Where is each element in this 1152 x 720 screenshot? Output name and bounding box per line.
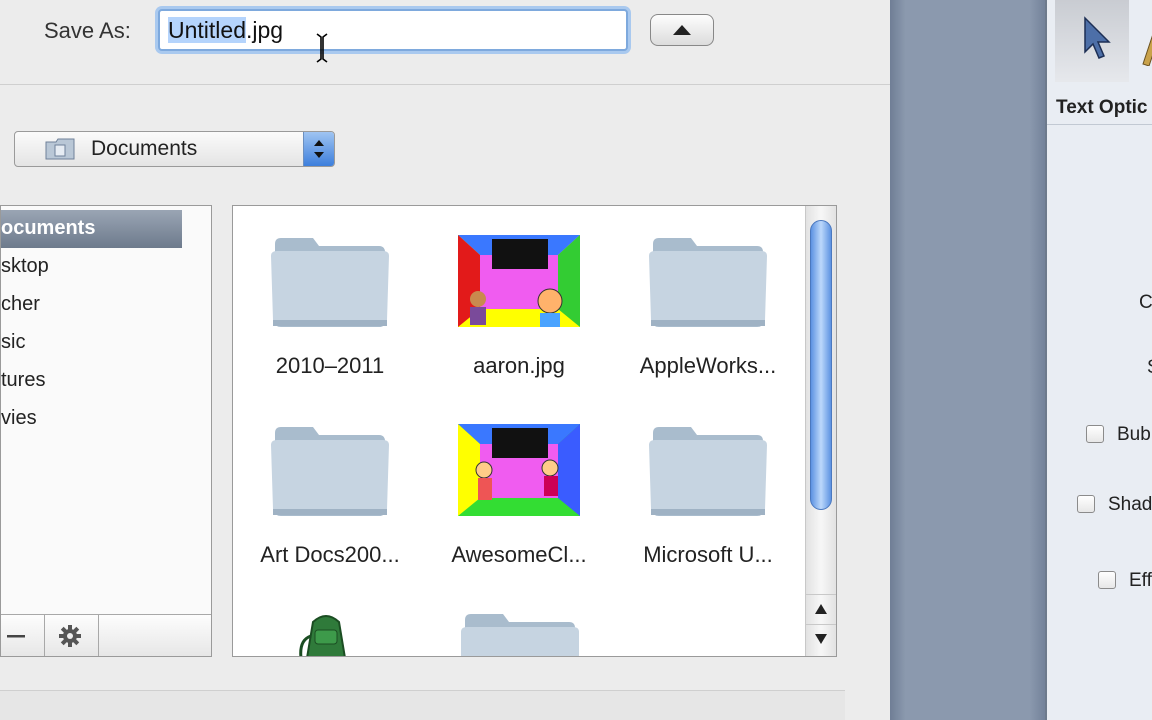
file-item[interactable]: 2010–2011 xyxy=(235,231,425,379)
sidebar-item-desktop[interactable]: sktop xyxy=(1,255,49,278)
save-dialog: Save As: Untitled.jpg Documents ocuments… xyxy=(0,0,890,720)
file-name: AwesomeCl... xyxy=(451,542,587,567)
inspector-panel: Text Optic C S Bub Shad Eff xyxy=(1045,0,1152,720)
triangle-down-icon xyxy=(815,634,827,644)
popup-stepper[interactable] xyxy=(303,132,334,166)
action-menu-button[interactable] xyxy=(44,615,99,656)
selection-tool-button[interactable] xyxy=(1055,0,1129,82)
panel-label: S xyxy=(1147,357,1152,379)
file-browser: 2010–2011 aaron.jpg AppleWorks... Art Do… xyxy=(232,205,837,657)
sidebar-item-movies[interactable]: vies xyxy=(1,407,37,430)
folder-icon xyxy=(45,138,75,160)
file-name: Art Docs200... xyxy=(260,542,400,567)
folder-icon xyxy=(271,238,389,327)
remove-button[interactable] xyxy=(1,615,45,656)
file-item[interactable]: Microsoft U... xyxy=(613,420,803,568)
collapse-dialog-button[interactable] xyxy=(650,14,714,46)
folder-icon xyxy=(461,614,579,656)
drawing-thumbnail xyxy=(458,424,580,516)
arrow-cursor-icon xyxy=(1084,16,1111,59)
shadow-checkbox[interactable] xyxy=(1077,495,1095,513)
location-label: Documents xyxy=(91,137,198,160)
triangle-up-icon xyxy=(815,604,827,614)
drawing-thumbnail xyxy=(458,235,580,327)
scroll-down-button[interactable] xyxy=(806,624,836,653)
sidebar-item-label: ocuments xyxy=(1,217,96,239)
folder-icon xyxy=(271,427,389,516)
file-name: AppleWorks... xyxy=(639,353,777,378)
sidebar-item-documents[interactable]: ocuments xyxy=(1,210,182,248)
file-name: Microsoft U... xyxy=(643,542,773,567)
filename-extension: .jpg xyxy=(245,17,284,43)
backpack-icon xyxy=(299,615,346,656)
sidebar-item-music[interactable]: sic xyxy=(1,331,25,354)
format-options-bar xyxy=(0,690,845,720)
triangle-up-icon xyxy=(673,25,691,35)
file-item[interactable]: Art Docs200... xyxy=(235,420,425,568)
sidebar-toolbar xyxy=(1,614,211,656)
panel-label: C xyxy=(1139,292,1152,313)
minus-icon xyxy=(7,635,25,638)
gear-icon xyxy=(59,625,81,647)
location-popup[interactable]: Documents xyxy=(14,131,335,167)
desktop-background xyxy=(890,0,1045,720)
bubble-checkbox[interactable] xyxy=(1086,425,1104,443)
file-name: 2010–2011 xyxy=(275,353,385,378)
sidebar-item-pictures[interactable]: tures xyxy=(1,369,45,392)
file-name: aaron.jpg xyxy=(473,353,565,378)
checkbox-label: Eff xyxy=(1129,570,1152,591)
folder-icon xyxy=(649,238,767,327)
file-item[interactable]: aaron.jpg xyxy=(424,231,614,379)
filename-field[interactable]: Untitled.jpg xyxy=(158,9,628,51)
sidebar: ocuments sktop cher sic tures vies xyxy=(0,205,212,657)
folder-icon xyxy=(649,427,767,516)
save-as-label: Save As: xyxy=(44,18,131,43)
checkbox-label: Shad xyxy=(1108,494,1152,515)
scroll-up-button[interactable] xyxy=(806,594,836,623)
text-cursor-icon xyxy=(316,33,328,63)
pencil-icon[interactable] xyxy=(1139,30,1152,66)
sidebar-item-teacher[interactable]: cher xyxy=(1,293,40,316)
effect-checkbox[interactable] xyxy=(1098,571,1116,589)
divider xyxy=(1047,124,1152,125)
vertical-scrollbar[interactable] xyxy=(805,206,836,656)
divider xyxy=(0,84,890,85)
file-item[interactable]: AppleWorks... xyxy=(613,231,803,379)
checkbox-label: Bub xyxy=(1117,424,1151,445)
up-down-arrows-icon xyxy=(314,140,324,158)
panel-title: Text Optic xyxy=(1056,97,1148,118)
filename-selected-text: Untitled xyxy=(168,17,246,43)
file-item[interactable]: AwesomeCl... xyxy=(424,420,614,568)
scroll-thumb[interactable] xyxy=(810,220,832,510)
